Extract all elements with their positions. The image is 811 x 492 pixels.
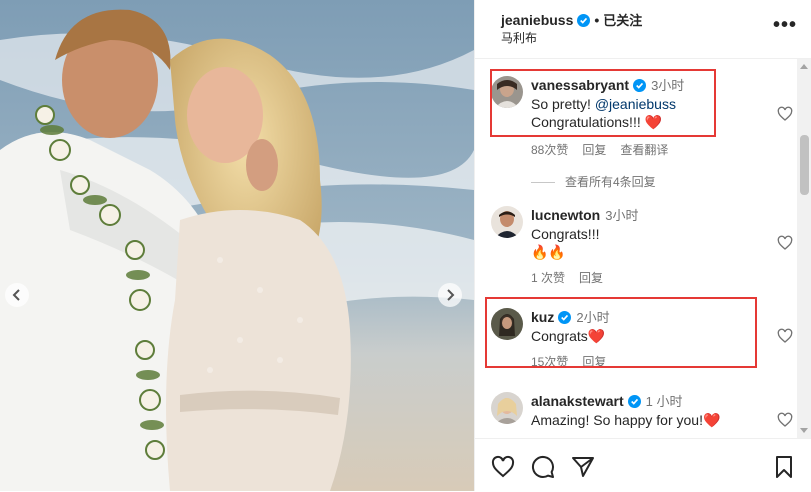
see-translation-button[interactable]: 查看翻译 [620, 143, 668, 157]
comment-meta: 88次赞 回复 查看翻译 [531, 141, 761, 158]
comment-likes[interactable]: 1 次赞 [531, 271, 565, 285]
avatar-image [491, 392, 523, 424]
post-header: jeaniebuss • 已关注 马利布 ••• [475, 0, 811, 59]
previous-image-button[interactable] [5, 283, 29, 307]
comment-icon[interactable] [531, 455, 555, 479]
avatar[interactable] [491, 392, 523, 424]
scroll-up-arrow-icon[interactable] [800, 64, 808, 69]
avatar-image [491, 206, 523, 238]
comments-scrollbar[interactable] [797, 59, 811, 438]
heart-icon[interactable] [491, 455, 515, 479]
next-image-button[interactable] [438, 283, 462, 307]
comment-body: lucnewton 3小时 Congrats!!! 🔥🔥 1 次赞 回复 [531, 206, 761, 286]
comment-username[interactable]: alanakstewart [531, 393, 624, 409]
replies-divider [531, 182, 555, 184]
bookmark-icon[interactable] [772, 455, 796, 479]
avatar[interactable] [491, 206, 523, 238]
post-location[interactable]: 马利布 [501, 29, 537, 46]
verified-badge-icon [577, 14, 591, 27]
send-icon[interactable] [571, 455, 595, 479]
comment-text-line2: 🔥🔥 [531, 244, 566, 260]
comment-meta: 1 次赞 回复 [531, 269, 761, 286]
following-button[interactable]: 已关注 [603, 13, 642, 28]
comment-time: 1 小时 [645, 394, 683, 409]
post-actions-bar [475, 438, 811, 492]
separator-dot: • [594, 12, 600, 28]
reply-button[interactable]: 回复 [582, 143, 606, 157]
comment-text: Amazing! So happy for you!❤️ [531, 412, 721, 428]
wedding-photo [0, 0, 474, 491]
reply-button[interactable]: 回复 [579, 271, 603, 285]
comment-body: alanakstewart 1 小时 Amazing! So happy for … [531, 392, 761, 429]
comment-username[interactable]: lucnewton [531, 207, 600, 223]
like-comment-heart-icon[interactable] [777, 235, 793, 251]
comment-time: 3小时 [605, 208, 639, 223]
chevron-left-icon [12, 289, 20, 301]
like-comment-heart-icon[interactable] [777, 106, 793, 122]
like-comment-heart-icon[interactable] [777, 412, 793, 428]
comment-text: Congrats!!! [531, 226, 600, 242]
scroll-down-arrow-icon[interactable] [800, 428, 808, 433]
post-username[interactable]: jeaniebuss [501, 12, 573, 28]
view-replies-button[interactable]: 查看所有4条回复 [531, 173, 656, 190]
post-side-panel: jeaniebuss • 已关注 马利布 ••• vanessabryant 3小时 … [474, 0, 811, 491]
highlight-box [490, 69, 716, 137]
like-comment-heart-icon[interactable] [777, 328, 793, 344]
post-image [0, 0, 474, 491]
comments-list[interactable]: vanessabryant 3小时 So pretty! @jeaniebuss … [475, 59, 811, 438]
highlight-box [485, 297, 757, 368]
chevron-right-icon [447, 289, 455, 301]
verified-badge-icon [627, 395, 641, 408]
scrollbar-thumb[interactable] [800, 135, 809, 195]
post-header-line: jeaniebuss • 已关注 [501, 10, 642, 29]
more-options-button[interactable]: ••• [773, 14, 797, 37]
comment-likes[interactable]: 88次赞 [531, 143, 568, 157]
view-replies-label: 查看所有4条回复 [565, 175, 656, 189]
